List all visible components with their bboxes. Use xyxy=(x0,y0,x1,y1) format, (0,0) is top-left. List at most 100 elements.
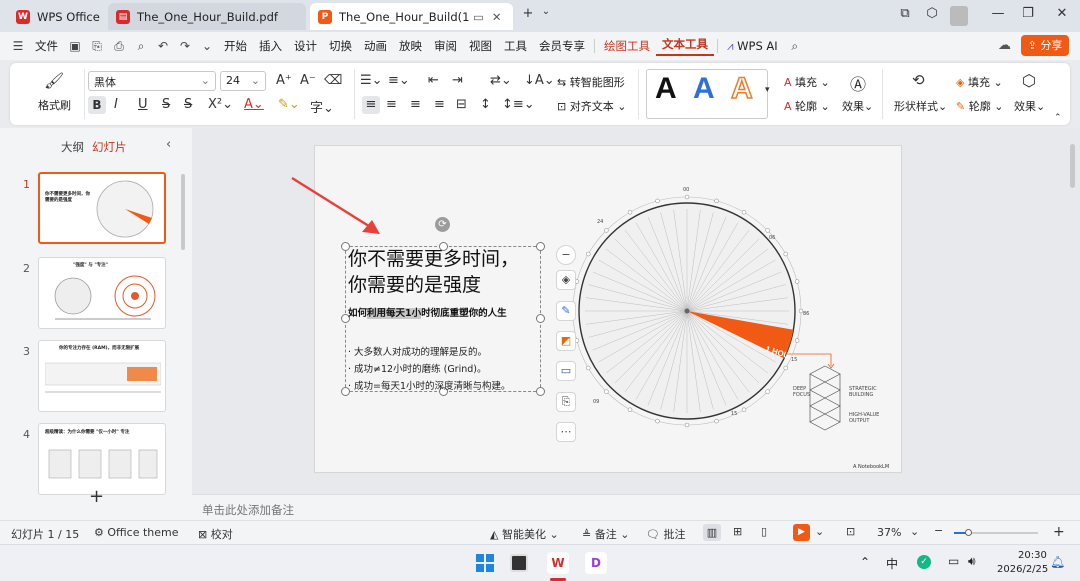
format-painter-icon[interactable]: 🖌 xyxy=(44,71,64,90)
share-button[interactable]: ⇪ 分享 xyxy=(1021,35,1069,56)
shape-effects-button[interactable]: 效果⌄ xyxy=(1014,98,1045,114)
distribute-icon[interactable]: ⊟ xyxy=(456,97,467,112)
text-effects-icon[interactable]: 字⌄ xyxy=(310,97,334,116)
print-icon[interactable]: ⎙ xyxy=(111,39,127,54)
cube-icon[interactable]: ⬡ xyxy=(922,6,942,21)
pen-icon[interactable]: ✎ xyxy=(556,301,576,321)
menu-animation[interactable]: 动画 xyxy=(358,38,393,54)
shape-style-button[interactable]: 形状样式⌄ xyxy=(894,98,947,114)
minimize-icon[interactable]: — xyxy=(988,6,1008,21)
collapse-float-icon[interactable]: − xyxy=(556,245,576,265)
clock-date[interactable]: 2026/2/25 xyxy=(997,564,1048,575)
style-sample-blue[interactable]: A xyxy=(693,72,715,106)
hamburger-icon[interactable]: ☰ xyxy=(10,39,26,53)
fit-window-icon[interactable]: ⊡ xyxy=(846,525,855,538)
align-text-button[interactable]: ⊡ 对齐文本 ⌄ xyxy=(557,98,626,114)
app-d-taskbar-icon[interactable]: D xyxy=(585,552,607,574)
resize-handle[interactable] xyxy=(536,242,545,251)
numbering-icon[interactable]: ≡⌄ xyxy=(388,73,410,88)
collapse-panel-icon[interactable]: ‹ xyxy=(166,137,171,152)
tab-pdf[interactable]: ▤ The_One_Hour_Build.pdf xyxy=(108,3,306,30)
close-tab-icon[interactable]: ✕ xyxy=(492,10,502,24)
ime-indicator[interactable]: 中 xyxy=(886,555,898,572)
theme-button[interactable]: ⚙ Office theme xyxy=(94,526,179,539)
slide-subtitle[interactable]: 如何利用每天1小时彻底重塑你的人生 xyxy=(348,305,507,319)
canvas-scrollbar[interactable] xyxy=(1070,144,1075,188)
align-left-icon[interactable]: ≡ xyxy=(362,96,380,114)
play-options-icon[interactable]: ⌄ xyxy=(815,525,824,538)
shape-outline-button[interactable]: ✎ 轮廓 ⌄ xyxy=(956,98,1003,114)
wps-taskbar-icon[interactable]: W xyxy=(547,552,569,574)
slide-thumbnail-3[interactable]: 你的专注力存在 (RAM)，而非无限扩展 xyxy=(38,340,166,412)
menu-slideshow[interactable]: 放映 xyxy=(393,38,428,54)
export-icon[interactable]: ⎘ xyxy=(89,39,105,54)
menu-wps-ai[interactable]: ⩘ WPS AI xyxy=(721,39,784,54)
line-spacing-icon[interactable]: ↕ xyxy=(480,97,491,112)
tab-outline[interactable]: 大纲 xyxy=(61,139,84,155)
text-fill-button[interactable]: A 填充 ⌄ xyxy=(784,74,830,90)
zoom-slider-thumb[interactable] xyxy=(965,529,972,536)
text-outline-button[interactable]: A 轮廓 ⌄ xyxy=(784,98,830,114)
comments-button[interactable]: 🗨 批注 xyxy=(646,526,685,542)
cloud-upload-icon[interactable]: ☁ xyxy=(998,38,1011,53)
shape-style-icon[interactable]: ⟲ xyxy=(912,71,925,89)
menu-drawing-tools[interactable]: 绘图工具 xyxy=(598,38,656,54)
menu-text-tools[interactable]: 文本工具 xyxy=(656,36,714,56)
reading-view-icon[interactable]: ▯ xyxy=(761,525,767,538)
undo-icon[interactable]: ↶ xyxy=(155,39,171,53)
zoom-dropdown-icon[interactable]: ⌄ xyxy=(910,525,919,538)
notes-area[interactable]: 单击此处添加备注 xyxy=(192,494,1080,520)
chevron-down-icon[interactable]: ⌄ xyxy=(536,6,556,17)
char-spacing-icon[interactable]: S̶ xyxy=(184,97,192,112)
rotate-handle-icon[interactable]: ⟳ xyxy=(435,217,450,232)
paragraph-spacing-icon[interactable]: ↕≡⌄ xyxy=(502,97,535,112)
shape-fill-button[interactable]: ◈ 填充 ⌄ xyxy=(956,74,1003,90)
panel-scrollbar[interactable] xyxy=(181,174,185,250)
slide-bullets[interactable]: · 大多数人对成功的理解是反的。 · 成功≠12小时的磨练 (Grind)。 ·… xyxy=(348,344,511,395)
slide-thumbnail-1[interactable]: 你不需要更多时间，你需要的是强度 xyxy=(38,172,166,244)
shape-effects-icon[interactable]: ⬡ xyxy=(1022,71,1036,90)
style-sample-outline[interactable]: A xyxy=(730,71,753,106)
clock-time[interactable]: 20:30 xyxy=(1018,550,1047,561)
slide-title[interactable]: 你不需要更多时间， 你需要的是强度 xyxy=(348,246,519,298)
monitor-outline-icon[interactable]: ▭ xyxy=(556,361,576,381)
slide-sorter-icon[interactable]: ⊞ xyxy=(733,525,742,538)
avatar[interactable] xyxy=(950,6,968,26)
convert-smart-art-button[interactable]: ⇆ 转智能图形 xyxy=(557,74,625,90)
close-window-icon[interactable]: ✕ xyxy=(1052,6,1072,21)
font-size-select[interactable]: 24 ⌄ xyxy=(220,71,266,91)
zoom-level[interactable]: 37% xyxy=(877,526,901,539)
fill-bucket-icon[interactable]: ◩ xyxy=(556,331,576,351)
highlight-icon[interactable]: ✎⌄ xyxy=(278,97,300,112)
proofing-button[interactable]: ⊠ 校对 xyxy=(198,526,233,542)
increase-indent-icon[interactable]: ⇥ xyxy=(452,73,463,88)
text-effects-button[interactable]: 效果⌄ xyxy=(842,98,873,114)
menu-transition[interactable]: 切换 xyxy=(323,38,358,54)
text-direction-icon[interactable]: ⇄⌄ xyxy=(490,73,512,88)
strikethrough-button[interactable]: S xyxy=(162,97,170,112)
zoom-in-icon[interactable]: + xyxy=(1053,524,1065,540)
network-icon[interactable]: ▭ xyxy=(948,554,959,568)
slide-thumbnail-2[interactable]: "强度" 与 "专注" xyxy=(38,257,166,329)
superscript-icon[interactable]: X²⌄ xyxy=(208,97,233,112)
bold-button[interactable]: B xyxy=(88,96,106,114)
tray-chevron-icon[interactable]: ⌃ xyxy=(860,555,870,569)
text-style-gallery[interactable]: A A A xyxy=(646,69,768,119)
notes-toggle-button[interactable]: ≜ 备注 ⌄ xyxy=(582,526,629,542)
underline-button[interactable]: U xyxy=(138,97,148,112)
menu-view[interactable]: 视图 xyxy=(463,38,498,54)
normal-view-icon[interactable]: ▥ xyxy=(703,524,721,541)
gallery-more-icon[interactable]: ▾ xyxy=(765,85,770,95)
resize-handle[interactable] xyxy=(536,314,545,323)
more-options-icon[interactable]: ⋯ xyxy=(556,422,576,442)
style-sample-black[interactable]: A xyxy=(655,72,677,106)
ribbon-collapse-icon[interactable]: ⌃ xyxy=(1054,113,1062,123)
font-family-select[interactable]: 黑体 ⌄ xyxy=(88,71,216,91)
clear-format-icon[interactable]: ⌫ xyxy=(324,73,342,88)
window-restore-icon[interactable]: ⧉ xyxy=(895,6,915,21)
shrink-font-icon[interactable]: A⁻ xyxy=(300,73,316,88)
format-painter-button[interactable]: 格式刷 xyxy=(38,97,71,113)
tab-wps-home[interactable]: W WPS Office xyxy=(8,3,108,30)
new-tab-icon[interactable]: + xyxy=(518,6,538,21)
monitor-icon[interactable]: ▭ xyxy=(473,10,484,24)
